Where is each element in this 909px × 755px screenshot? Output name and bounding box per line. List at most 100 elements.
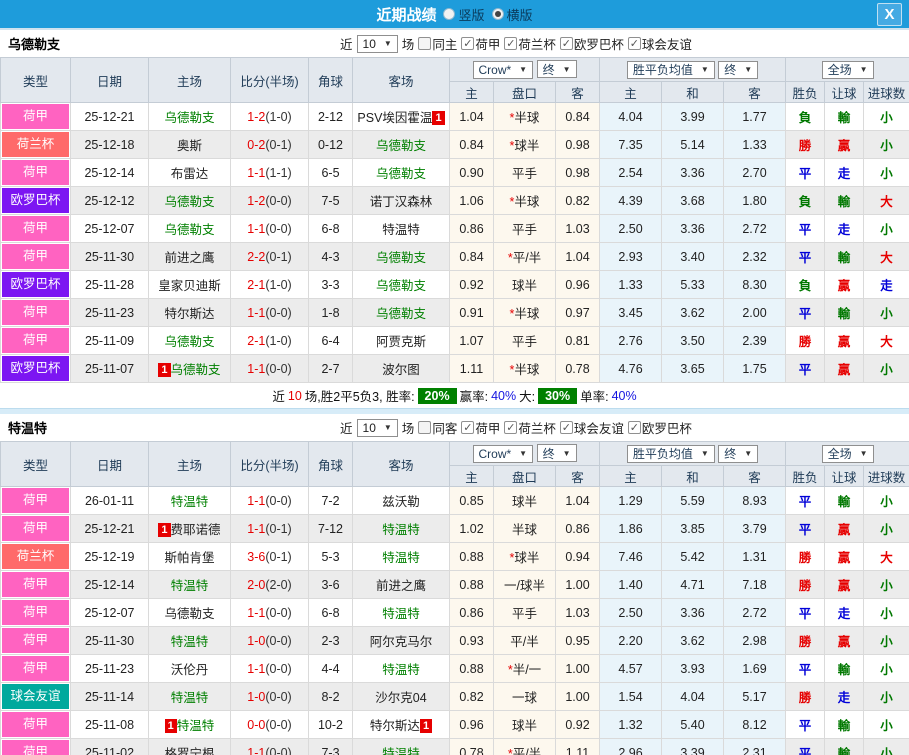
col-header-away: 客场 (353, 442, 450, 487)
layout-radio-vertical[interactable]: 竖版 (443, 5, 484, 24)
odds-away: 0.96 (556, 271, 600, 299)
chevron-down-icon: ▼ (744, 65, 752, 74)
avg-final-select[interactable]: 终▼ (718, 445, 758, 463)
score-halftime: (0-0) (265, 606, 291, 620)
col-header-home: 主场 (149, 58, 231, 103)
score-fulltime: 1-1 (247, 222, 265, 236)
odds-handicap: 平手 (494, 327, 556, 355)
avg-home: 4.39 (600, 187, 662, 215)
home-team: 布雷达 (149, 159, 231, 187)
league-checkbox[interactable]: ✓ (504, 37, 517, 50)
avg-away: 8.12 (724, 711, 786, 739)
odds-company-select[interactable]: Crow*▼ (473, 61, 534, 79)
avg-home: 1.29 (600, 487, 662, 515)
corners-cell: 0-12 (309, 131, 353, 159)
avg-draw: 3.39 (662, 739, 724, 755)
match-count-select[interactable]: 10▼ (357, 419, 398, 437)
home-team-name: 特温特 (177, 719, 215, 733)
odds-away: 0.92 (556, 711, 600, 739)
away-team: 阿尔克马尔 (353, 627, 450, 655)
odds-company-select[interactable]: Crow*▼ (473, 445, 534, 463)
chevron-down-icon: ▼ (519, 449, 527, 458)
corners-cell: 7-12 (309, 515, 353, 543)
league-checkbox[interactable]: ✓ (461, 37, 474, 50)
scope-select[interactable]: 全场▼ (822, 445, 874, 463)
away-team-name: 沙尔克04 (375, 691, 426, 705)
sub-header-odds-home: 主 (450, 82, 494, 103)
league-checkbox[interactable]: ✓ (628, 421, 641, 434)
odds-handicap: 球半 (494, 711, 556, 739)
match-score: 2-0(2-0) (231, 571, 309, 599)
avg-home: 4.76 (600, 355, 662, 383)
chevron-down-icon: ▼ (563, 65, 571, 74)
result-mark: 平 (799, 251, 812, 265)
score-halftime: (1-0) (265, 278, 291, 292)
avg-final-select[interactable]: 终▼ (718, 61, 758, 79)
match-date: 25-11-30 (71, 627, 149, 655)
filter-prefix-label: 近 (340, 34, 353, 53)
col-header-date: 日期 (71, 442, 149, 487)
avg-home: 2.54 (600, 159, 662, 187)
score-halftime: (0-0) (265, 746, 291, 755)
layout-radio-horizontal[interactable]: 横版 (492, 5, 533, 24)
summary-part: 近 (272, 386, 285, 405)
odds-final-select[interactable]: 终▼ (537, 444, 577, 462)
avg-draw: 3.99 (662, 103, 724, 131)
result-mark: 贏 (838, 579, 851, 593)
away-team-name: 乌德勒支 (376, 139, 426, 153)
score-fulltime: 1-0 (247, 634, 265, 648)
home-team: 乌德勒支 (149, 327, 231, 355)
league-checkbox[interactable]: ✓ (504, 421, 517, 434)
avg-away: 1.80 (724, 187, 786, 215)
result-mark: 勝 (799, 139, 812, 153)
match-row: 荷甲25-12-07乌德勒支1-1(0-0)6-8特温特0.86平手1.032.… (1, 599, 909, 627)
league-badge: 荷甲 (2, 104, 69, 129)
same-venue-checkbox[interactable]: ✓ (418, 421, 431, 434)
league-filter-label: 荷甲 (475, 418, 500, 437)
radio-icon[interactable] (443, 8, 455, 20)
avg-type-select[interactable]: 胜平负均值▼ (627, 61, 715, 79)
league-filter-item: ✓球会友谊 (560, 418, 624, 437)
league-type-cell: 荷甲 (1, 159, 71, 187)
home-team: 格罗宁根 (149, 739, 231, 755)
odds-away: 0.84 (556, 103, 600, 131)
score-fulltime: 1-1 (247, 522, 265, 536)
league-checkbox[interactable]: ✓ (560, 421, 573, 434)
avg-type-select[interactable]: 胜平负均值▼ (627, 445, 715, 463)
result-mark: 平 (799, 307, 812, 321)
league-checkbox[interactable]: ✓ (461, 421, 474, 434)
corners-cell: 3-3 (309, 271, 353, 299)
asterisk-mark: * (510, 551, 515, 565)
home-team: 1费耶诺德 (149, 515, 231, 543)
league-checkbox[interactable]: ✓ (628, 37, 641, 50)
match-date: 25-12-21 (71, 515, 149, 543)
avg-draw: 5.42 (662, 543, 724, 571)
close-icon[interactable]: X (877, 3, 902, 26)
result-wdl: 平 (786, 355, 825, 383)
match-row: 荷甲25-12-21乌德勒支1-2(1-0)2-12PSV埃因霍温11.04*半… (1, 103, 909, 131)
odds-handicap: 平手 (494, 215, 556, 243)
result-mark: 小 (880, 523, 893, 537)
match-date: 25-12-07 (71, 599, 149, 627)
league-type-cell: 欧罗巴杯 (1, 187, 71, 215)
same-venue-checkbox[interactable]: ✓ (418, 37, 431, 50)
scope-group-header: 全场▼ (786, 58, 909, 82)
avg-draw: 4.04 (662, 683, 724, 711)
sub-header-odds-away: 客 (556, 82, 600, 103)
odds-final-select[interactable]: 终▼ (537, 60, 577, 78)
result-goals: 小 (864, 159, 909, 187)
avg-draw: 5.33 (662, 271, 724, 299)
result-goals: 小 (864, 299, 909, 327)
match-date: 25-12-14 (71, 159, 149, 187)
league-checkbox[interactable]: ✓ (560, 37, 573, 50)
away-team-name: PSV埃因霍温 (357, 111, 432, 125)
scope-select[interactable]: 全场▼ (822, 61, 874, 79)
match-count-select[interactable]: 10▼ (357, 35, 398, 53)
radio-selected-icon[interactable] (492, 8, 504, 20)
league-badge: 荷甲 (2, 740, 69, 755)
away-team: PSV埃因霍温1 (353, 103, 450, 131)
home-team-name: 费耶诺德 (171, 523, 221, 537)
home-team: 乌德勒支 (149, 215, 231, 243)
match-date: 26-01-11 (71, 487, 149, 515)
corners-cell: 3-6 (309, 571, 353, 599)
